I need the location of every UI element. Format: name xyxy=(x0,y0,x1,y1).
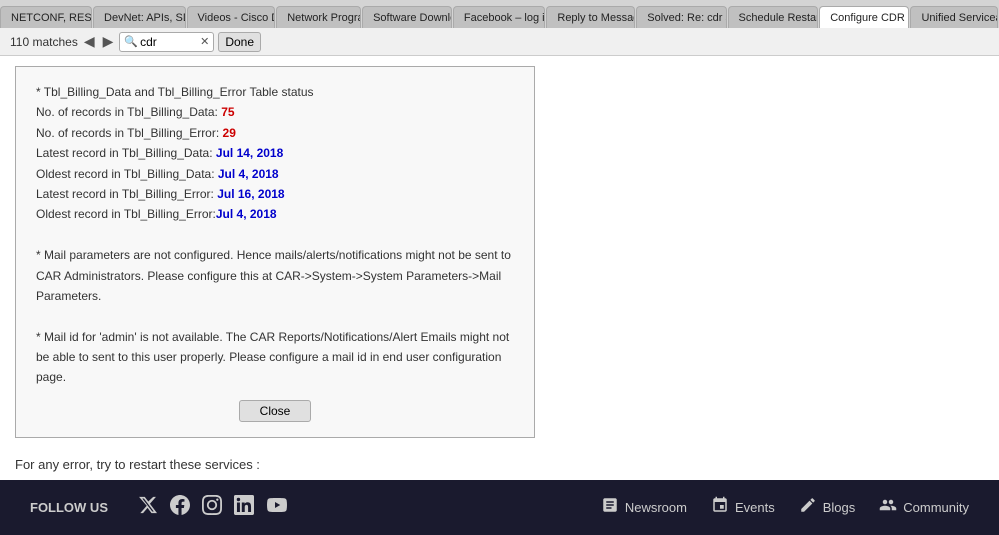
blogs-link[interactable]: Blogs xyxy=(799,496,856,519)
tab-devnet[interactable]: DevNet: APIs, SD... xyxy=(93,6,185,28)
tab-reply[interactable]: Reply to Messag... xyxy=(546,6,635,28)
search-prev-button[interactable]: ◀ xyxy=(82,33,97,50)
tab-unified[interactable]: Unified Servicea... xyxy=(910,6,998,28)
tab-software[interactable]: Software Downlo... xyxy=(362,6,452,28)
community-label: Community xyxy=(903,500,969,515)
latest-billing-data: Latest record in Tbl_Billing_Data: Jul 1… xyxy=(36,143,514,163)
newsroom-link[interactable]: Newsroom xyxy=(601,496,687,519)
linkedin-icon[interactable] xyxy=(234,495,254,520)
twitter-icon[interactable] xyxy=(138,495,158,520)
tab-videos[interactable]: Videos - Cisco D... xyxy=(187,6,276,28)
info-box: * Tbl_Billing_Data and Tbl_Billing_Error… xyxy=(15,66,535,438)
tab-schedule[interactable]: Schedule Restart... xyxy=(728,6,819,28)
newsroom-icon xyxy=(601,496,619,519)
table-status-heading: * Tbl_Billing_Data and Tbl_Billing_Error… xyxy=(36,82,514,102)
instagram-icon[interactable] xyxy=(202,495,222,520)
tab-netconf[interactable]: NETCONF, REST... xyxy=(0,6,92,28)
search-next-button[interactable]: ▶ xyxy=(101,33,116,50)
mail-warning-2: * Mail id for 'admin' is not available. … xyxy=(36,327,514,388)
clear-search-button[interactable]: ✕ xyxy=(200,35,209,48)
oldest-billing-data: Oldest record in Tbl_Billing_Data: Jul 4… xyxy=(36,164,514,184)
tab-solved[interactable]: Solved: Re: cdr s... xyxy=(636,6,726,28)
latest-billing-error: Latest record in Tbl_Billing_Error: Jul … xyxy=(36,184,514,204)
community-icon xyxy=(879,496,897,519)
search-icon: 🔍 xyxy=(124,35,138,48)
newsroom-label: Newsroom xyxy=(625,500,687,515)
tab-bar: NETCONF, REST... DevNet: APIs, SD... Vid… xyxy=(0,0,999,28)
close-button[interactable]: Close xyxy=(239,400,312,422)
done-button[interactable]: Done xyxy=(218,32,261,52)
main-content: * Tbl_Billing_Data and Tbl_Billing_Error… xyxy=(0,56,999,476)
billing-error-count: No. of records in Tbl_Billing_Error: 29 xyxy=(36,123,514,143)
blogs-label: Blogs xyxy=(823,500,856,515)
events-label: Events xyxy=(735,500,775,515)
events-link[interactable]: Events xyxy=(711,496,775,519)
search-input[interactable]: cdr xyxy=(140,35,200,49)
toolbar: 110 matches ◀ ▶ 🔍 cdr ✕ Done xyxy=(0,28,999,56)
oldest-billing-error: Oldest record in Tbl_Billing_Error:Jul 4… xyxy=(36,204,514,224)
events-icon xyxy=(711,496,729,519)
tab-network[interactable]: Network Progra... xyxy=(276,6,361,28)
restart-intro: For any error, try to restart these serv… xyxy=(15,453,984,476)
community-link[interactable]: Community xyxy=(879,496,969,519)
search-box: 🔍 cdr ✕ xyxy=(119,32,214,52)
mail-warning-1: * Mail parameters are not configured. He… xyxy=(36,245,514,306)
footer-links: Newsroom Events Blogs Community xyxy=(601,496,969,519)
social-icons xyxy=(138,495,288,520)
facebook-icon[interactable] xyxy=(170,495,190,520)
tab-configure-cdr[interactable]: Configure CDR o... xyxy=(819,6,909,28)
footer: FOLLOW US Newsroom xyxy=(0,480,999,535)
matches-count: 110 matches xyxy=(10,35,78,49)
follow-us-label: FOLLOW US xyxy=(30,500,108,515)
blogs-icon xyxy=(799,496,817,519)
billing-data-count: No. of records in Tbl_Billing_Data: 75 xyxy=(36,102,514,122)
youtube-icon[interactable] xyxy=(266,495,288,520)
tab-facebook[interactable]: Facebook – log in... xyxy=(453,6,546,28)
